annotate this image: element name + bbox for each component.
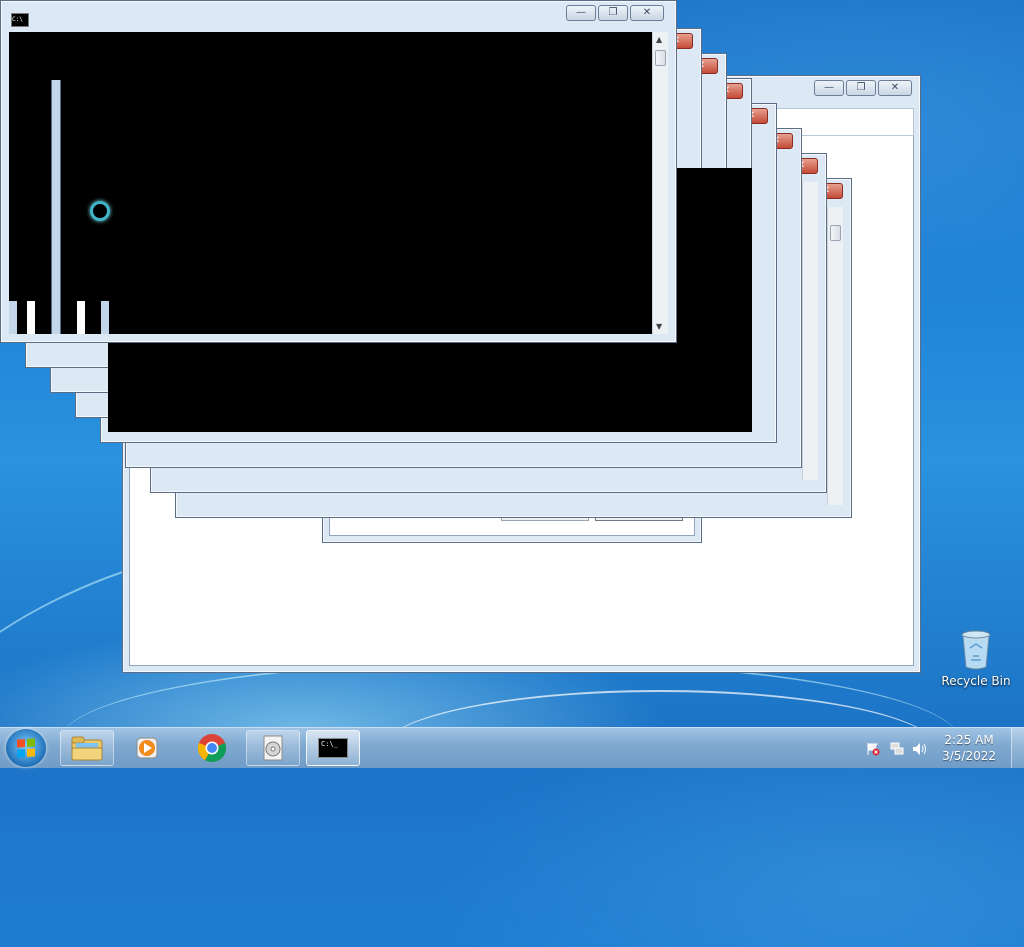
show-desktop-button[interactable] [1011,728,1024,768]
volume-icon[interactable] [912,741,926,755]
clock-time: 2:25 AM [944,733,994,747]
caption-buttons: — ❐ ✕ [814,80,912,96]
busy-cursor-icon [90,201,110,221]
folder-icon [71,736,103,761]
scroll-down-arrow[interactable]: ▼ [656,322,662,331]
caption-buttons: — ❐ ✕ [566,5,664,21]
scroll-thumb[interactable] [830,225,841,241]
desktop-icon-recycle-bin[interactable]: Recycle Bin [940,630,1012,688]
scroll-up-arrow[interactable]: ▲ [656,35,662,44]
taskbar-item-media-player[interactable] [120,730,174,766]
command-prompt-icon: C:\ [11,13,29,27]
cmd-icon: C:\_ [318,738,348,758]
media-player-icon [136,737,158,759]
maximize-button[interactable]: ❐ [846,80,876,96]
clock[interactable]: 2:25 AM 3/5/2022 [942,732,996,764]
taskbar-item-command-prompt[interactable]: C:\_ [306,730,360,766]
chrome-icon [197,734,227,762]
window-frame-edge [9,301,17,334]
recycle-bin-icon [961,630,991,670]
window-frame-edge [27,301,35,334]
taskbar-item-chrome[interactable] [185,730,239,766]
taskbar-item-windows-explorer[interactable] [60,730,114,766]
clock-date: 3/5/2022 [942,749,996,763]
notification-area: 2:25 AM 3/5/2022 [854,728,1024,768]
console-area[interactable] [9,32,652,334]
close-button[interactable]: ✕ [878,80,912,96]
vertical-scrollbar[interactable] [802,182,818,480]
minimize-button[interactable]: — [566,5,596,21]
vertical-scrollbar[interactable] [827,207,843,505]
disc-program-icon [263,735,283,761]
window-frame-edge [51,80,61,334]
minimize-button[interactable]: — [814,80,844,96]
window-frame-edge [101,301,109,334]
window-frame-edge [77,301,85,334]
desktop-icon-label: Recycle Bin [941,674,1011,688]
vertical-scrollbar[interactable]: ▲ ▼ [652,32,668,334]
action-center-flag-icon[interactable] [866,741,880,756]
scroll-thumb[interactable] [655,50,666,66]
maximize-button[interactable]: ❐ [598,5,628,21]
start-button[interactable] [6,729,46,767]
taskbar-item-program[interactable] [246,730,300,766]
windows-logo-icon [17,738,35,758]
command-prompt-window[interactable]: C:\ — ❐ ✕ ▲ ▼ [0,0,677,343]
close-button[interactable]: ✕ [630,5,664,21]
taskbar: C:\_ 2:25 AM 3/5/2022 [0,727,1024,768]
network-icon[interactable] [890,741,904,755]
